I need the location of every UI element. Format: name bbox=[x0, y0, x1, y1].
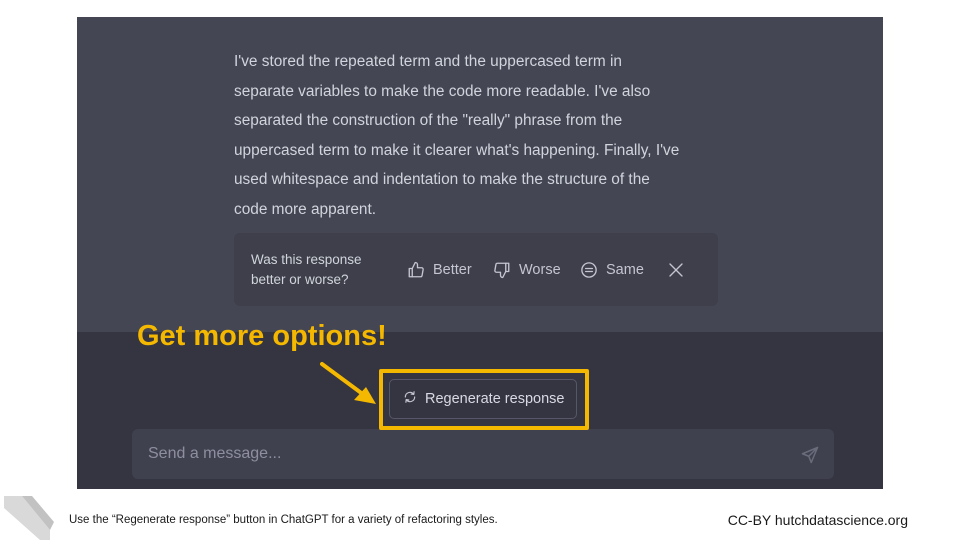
message-line: uppercased term to make it clearer what'… bbox=[234, 141, 680, 159]
hutch-logo-icon bbox=[4, 496, 54, 540]
slide-caption: Use the “Regenerate response” button in … bbox=[69, 514, 498, 526]
message-composer bbox=[132, 429, 834, 479]
message-line: I've stored the repeated term and the up… bbox=[234, 53, 622, 70]
same-label: Same bbox=[606, 262, 644, 278]
message-line: separate variables to make the code more… bbox=[234, 82, 651, 100]
worse-button[interactable]: Worse bbox=[493, 257, 561, 283]
send-icon[interactable] bbox=[800, 445, 820, 465]
close-icon bbox=[667, 261, 685, 279]
refresh-icon bbox=[403, 390, 417, 408]
feedback-panel: Was this response better or worse? Bette… bbox=[234, 233, 718, 306]
slide-credit: CC-BY hutchdatascience.org bbox=[727, 512, 908, 528]
better-label: Better bbox=[433, 262, 472, 278]
assistant-message-area: I've stored the repeated term and the up… bbox=[77, 17, 883, 332]
annotation-arrow-icon bbox=[320, 362, 376, 404]
message-line: separated the construction of the "reall… bbox=[234, 112, 623, 129]
annotation-text: Get more options! bbox=[137, 320, 387, 352]
equal-circle-icon bbox=[580, 261, 598, 279]
thumbs-up-icon bbox=[407, 261, 425, 279]
assistant-message: I've stored the repeated term and the up… bbox=[234, 47, 724, 224]
feedback-question: Was this response better or worse? bbox=[251, 250, 391, 290]
better-button[interactable]: Better bbox=[407, 257, 472, 283]
regenerate-response-button[interactable]: Regenerate response bbox=[389, 379, 577, 419]
close-feedback-button[interactable] bbox=[667, 257, 685, 283]
message-input[interactable] bbox=[148, 429, 768, 479]
message-line: used whitespace and indentation to make … bbox=[234, 171, 650, 188]
feedback-question-line: better or worse? bbox=[251, 272, 349, 287]
worse-label: Worse bbox=[519, 262, 561, 278]
thumbs-down-icon bbox=[493, 261, 511, 279]
same-button[interactable]: Same bbox=[580, 257, 644, 283]
regenerate-label: Regenerate response bbox=[425, 391, 565, 407]
feedback-question-line: Was this response bbox=[251, 252, 362, 267]
message-line: code more apparent. bbox=[234, 200, 377, 218]
